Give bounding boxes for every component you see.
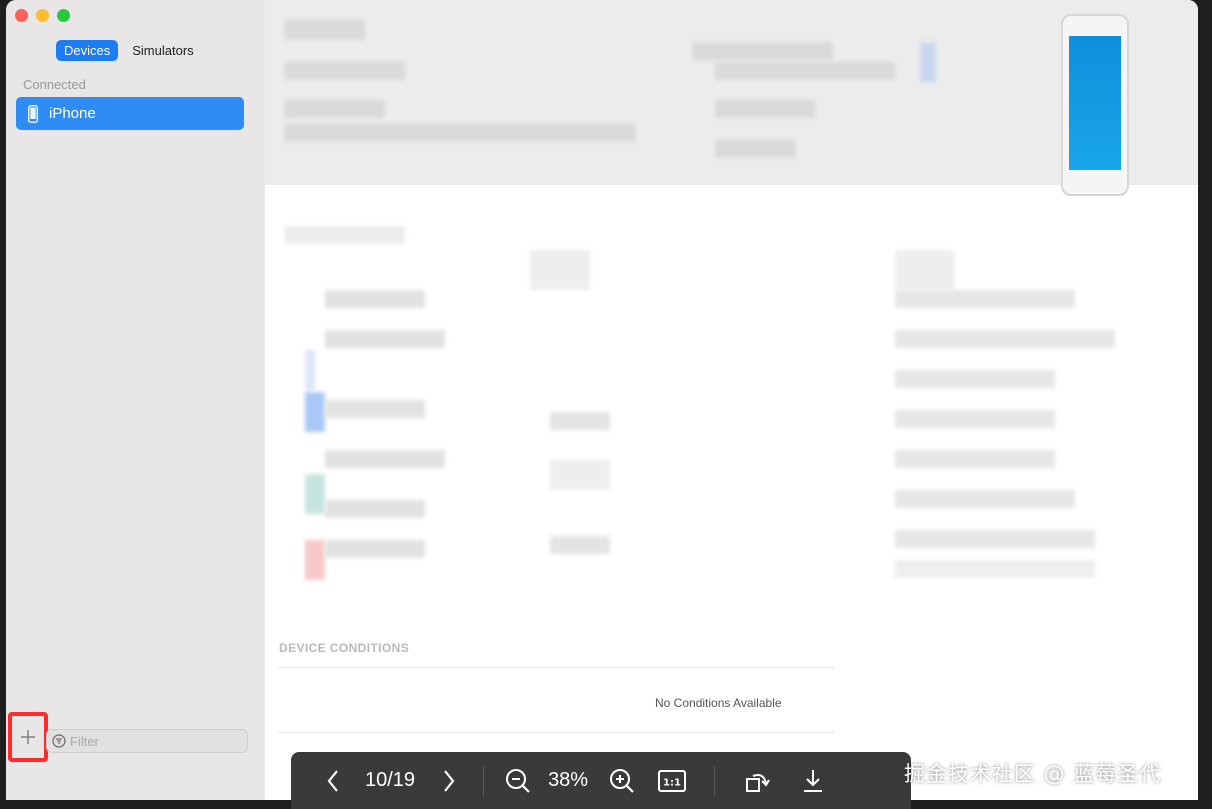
filter-icon bbox=[52, 734, 66, 748]
rotate-button[interactable] bbox=[739, 763, 775, 799]
svg-text:1:1: 1:1 bbox=[663, 777, 681, 788]
chevron-left-icon bbox=[327, 769, 338, 792]
actual-size-icon: 1:1 bbox=[658, 769, 687, 792]
sidebar-item-iphone[interactable]: iPhone bbox=[16, 97, 244, 130]
iphone-icon bbox=[28, 104, 38, 123]
zoom-out-button[interactable] bbox=[500, 763, 536, 799]
tab-simulators[interactable]: Simulators bbox=[124, 40, 201, 61]
no-conditions-text: No Conditions Available bbox=[655, 696, 782, 710]
device-conditions-title: DEVICE CONDITIONS bbox=[279, 641, 410, 655]
window-controls bbox=[15, 9, 70, 22]
rotate-icon bbox=[746, 773, 770, 792]
connected-section-header: Connected bbox=[23, 77, 86, 92]
chevron-right-icon bbox=[444, 769, 455, 792]
devices-window: Devices Simulators Connected iPhone Filt… bbox=[6, 0, 1198, 800]
download-icon bbox=[804, 769, 823, 792]
add-device-button[interactable] bbox=[8, 712, 48, 762]
zoom-window-button[interactable] bbox=[57, 9, 70, 22]
device-detail-pane: DEVICE CONDITIONS No Conditions Availabl… bbox=[265, 0, 1198, 800]
divider bbox=[279, 732, 835, 733]
device-label: iPhone bbox=[49, 105, 96, 122]
zoom-out-icon bbox=[506, 768, 530, 793]
zoom-in-button[interactable] bbox=[604, 763, 640, 799]
plus-icon bbox=[21, 730, 35, 744]
next-image-button[interactable] bbox=[431, 763, 467, 799]
filter-input[interactable] bbox=[66, 732, 232, 750]
toolbar-separator bbox=[714, 765, 716, 796]
zoom-level: 38% bbox=[548, 769, 589, 791]
sidebar-footer bbox=[6, 712, 265, 800]
filter-field[interactable] bbox=[46, 729, 248, 753]
toolbar-separator bbox=[483, 765, 485, 796]
tab-devices[interactable]: Devices bbox=[56, 40, 119, 61]
watermark: 掘金技术社区 @ 蓝莓圣代 bbox=[904, 762, 1162, 786]
page-indicator: 10/19 bbox=[365, 769, 416, 791]
zoom-in-icon bbox=[610, 768, 634, 793]
devices-simulators-tabs: Devices Simulators bbox=[56, 40, 202, 61]
download-button[interactable] bbox=[795, 763, 831, 799]
previous-image-button[interactable] bbox=[315, 763, 351, 799]
divider bbox=[279, 667, 835, 668]
device-info-header bbox=[265, 0, 1198, 185]
actual-size-button[interactable]: 1:1 bbox=[654, 763, 690, 799]
sidebar: Devices Simulators Connected iPhone bbox=[6, 0, 266, 800]
close-window-button[interactable] bbox=[15, 9, 28, 22]
device-info-table bbox=[285, 220, 1185, 600]
minimize-window-button[interactable] bbox=[36, 9, 49, 22]
device-image bbox=[1061, 14, 1129, 196]
image-viewer-toolbar: 10/19 38% 1:1 bbox=[291, 752, 911, 809]
